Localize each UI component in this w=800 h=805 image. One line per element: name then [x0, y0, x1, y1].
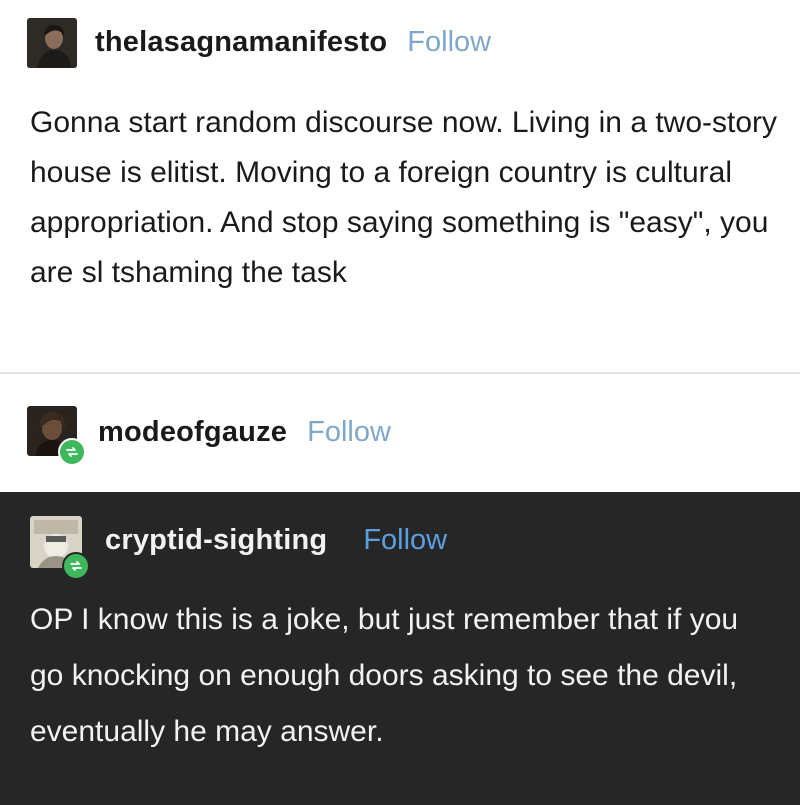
- username[interactable]: cryptid-sighting: [105, 524, 327, 557]
- post-body: OP I know this is a joke, but just remem…: [30, 603, 739, 748]
- follow-button[interactable]: Follow: [307, 416, 391, 449]
- post-modeofgauze: modeofgauze Follow: [0, 374, 800, 492]
- reblog-icon: [58, 438, 86, 466]
- post-header: cryptid-sighting Follow: [105, 520, 447, 560]
- avatar-thelasagnamanifesto[interactable]: [27, 18, 77, 68]
- post-thelasagnamanifesto: thelasagnamanifesto Follow Gonna start r…: [0, 0, 800, 370]
- username[interactable]: thelasagnamanifesto: [95, 26, 387, 59]
- post-cryptid-sighting: cryptid-sighting Follow OP I know this i…: [0, 492, 800, 805]
- follow-button[interactable]: Follow: [363, 524, 447, 557]
- username[interactable]: modeofgauze: [98, 416, 287, 449]
- post-header: modeofgauze Follow: [98, 412, 391, 452]
- follow-button[interactable]: Follow: [407, 26, 491, 59]
- post-header: thelasagnamanifesto Follow: [95, 22, 491, 62]
- post-body: Gonna start random discourse now. Living…: [30, 106, 778, 289]
- reblog-icon: [62, 552, 90, 580]
